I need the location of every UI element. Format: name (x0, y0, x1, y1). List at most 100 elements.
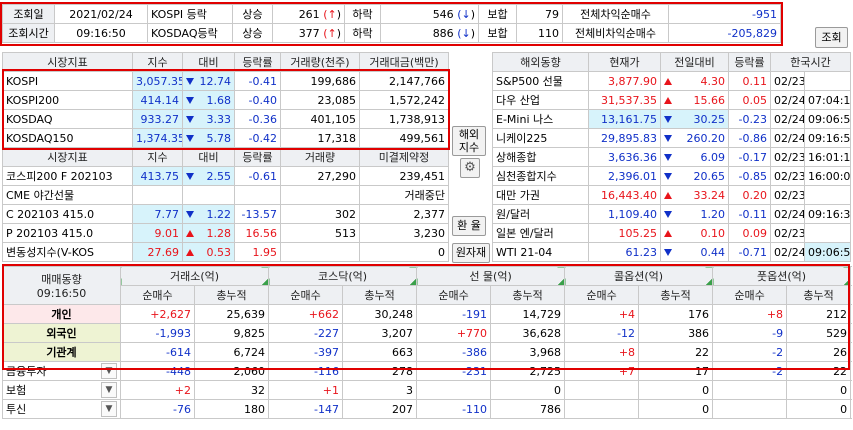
query-button[interactable]: 조회 (815, 27, 848, 48)
table-row[interactable]: KOSDAQ 933.27 3.33 -0.36 401,105 1,738,913 (2, 109, 449, 129)
table-row[interactable]: 코스피200 F 202103 413.75 2.55 -0.61 27,290 239,… (2, 166, 449, 186)
change-cell: 33.24 (660, 185, 729, 205)
table-row[interactable]: 상해종합3,636.36 6.09-0.1702/2316:01:16 (492, 147, 852, 167)
change-cell: 6.09 (660, 147, 729, 167)
investor-type[interactable]: 금융투자 ▼ (2, 361, 121, 381)
table-row[interactable]: 대만 가권 16,443.40 33.24 0.20 02/23 (492, 185, 852, 205)
index-name[interactable]: P 202103 415.0 (2, 223, 133, 243)
kr-time: 09:06:55 (803, 109, 852, 129)
cumulative: 14,729 (490, 304, 566, 324)
cumulative: 3 (342, 380, 418, 400)
table-row[interactable]: KOSPI200 414.14 1.68 -0.40 23,085 1,572,242 (2, 90, 449, 110)
investor-type[interactable]: 외국인 (2, 323, 121, 343)
table-row[interactable]: 외국인 -1,993 9,825 -227 3,207 +770 36,628 -12 386-… (2, 323, 852, 343)
volume: 27,290 (280, 166, 360, 186)
kr-time (803, 185, 852, 205)
volume: 199,686 (280, 71, 360, 91)
change-value: 4.30 (700, 74, 726, 88)
down-triangle-icon (664, 248, 672, 256)
column-header: 지수 (132, 147, 183, 167)
overseas-name[interactable]: 다우 산업 (492, 90, 589, 110)
table-row[interactable]: E-Mini 나스 13,161.75 30.25 -0.23 02/24 09:06:5… (492, 109, 852, 129)
overseas-name[interactable]: 원/달러 (492, 204, 589, 224)
date-value[interactable]: 2021/02/24 (54, 4, 148, 24)
net-buy: -1,993 (120, 323, 195, 343)
overseas-name[interactable]: 대만 가권 (492, 185, 589, 205)
column-header: 등락률 (234, 52, 281, 72)
investor-type[interactable]: 보험 ▼ (2, 380, 121, 400)
table-row[interactable]: S&P500 선물 3,877.90 4.30 0.11 02/23 (492, 71, 852, 91)
change-value: 5.78 (206, 131, 232, 145)
amount: 0 (359, 242, 449, 262)
change-value: 1.68 (206, 93, 232, 107)
up-triangle-icon (664, 77, 672, 85)
up-triangle-icon (664, 229, 672, 237)
table-row[interactable]: 다우 산업31,537.35 15.660.0502/2407:04:14 (492, 90, 852, 110)
change-value: 1.22 (206, 207, 232, 221)
table-row[interactable]: KOSDAQ150 1,374.35 5.78 -0.42 17,318 499,561 (2, 128, 449, 148)
index-name[interactable]: KOSPI200 (2, 90, 133, 110)
table-row[interactable]: P 202103 415.0 9.01 1.28 16.56 513 3,230 (2, 223, 449, 243)
change-cell: 15.66 (660, 90, 729, 110)
investor-type[interactable]: 투신 ▼ (2, 399, 121, 419)
chevron-down-icon[interactable]: ▼ (101, 363, 117, 379)
column-header: 전일대비 (660, 52, 729, 72)
kospi-up-count: 261 (298, 7, 320, 21)
table-row[interactable]: 심천종합지수2,396.01 20.65-0.8502/2316:00:03 (492, 166, 852, 186)
index-value: 414.14 (132, 90, 183, 110)
cumulative: 180 (193, 399, 270, 419)
settings-gear-icon[interactable]: ⚙ (460, 158, 480, 178)
table-row[interactable]: 투신 ▼ -76 180 -147 207 -110 786 0 0 (2, 399, 852, 419)
cumulative: 30,248 (342, 304, 418, 324)
index-name[interactable]: 코스피200 F 202103 (2, 166, 133, 186)
change-value: 0.10 (700, 226, 726, 240)
net-buy: +770 (416, 323, 492, 343)
table-row[interactable]: 일본 엔/달러 105.25 0.10 0.09 02/23 (492, 223, 852, 243)
column-header: 미결제약정 (359, 147, 449, 167)
chevron-down-icon[interactable]: ▼ (101, 382, 117, 398)
index-name[interactable]: 변동성지수(V-KOS (2, 242, 133, 262)
change-rate: 16.56 (234, 223, 281, 243)
cumulative: 0 (638, 380, 714, 400)
table-row[interactable]: 기관계 -614 6,724 -397 663 -386 3,968 +8 22 -2 26 (2, 342, 852, 362)
cumulative: 207 (342, 399, 418, 419)
table-row[interactable]: 개인 +2,627 25,639 +662 30,248 -191 14,729 +4 176 +… (2, 304, 852, 324)
change-value: 1.20 (700, 207, 726, 221)
index-name[interactable]: C 202103 415.0 (2, 204, 133, 224)
table-row[interactable]: 원/달러1,109.40 1.20-0.1102/2409:16:35 (492, 204, 852, 224)
index-name[interactable]: KOSPI (2, 71, 133, 91)
table-row[interactable]: 변동성지수(V-KOS 27.69 0.53 1.95 0 (2, 242, 449, 262)
table-row[interactable]: CME 야간선물 거래중단 (2, 185, 449, 205)
chevron-down-icon[interactable]: ▼ (101, 401, 117, 417)
kr-date: 02/24 (770, 128, 805, 148)
investor-type[interactable]: 개인 (2, 304, 121, 324)
cumulative: 278 (342, 361, 418, 381)
amount: 3,230 (359, 223, 449, 243)
overseas-name[interactable]: 니케이225 (492, 128, 589, 148)
net-buy: -76 (120, 399, 195, 419)
index-value: 933.27 (132, 109, 183, 129)
overseas-name[interactable]: S&P500 선물 (492, 71, 589, 91)
overseas-name[interactable]: WTI 21-04 (492, 242, 589, 262)
table-row[interactable]: 보험 ▼ +2 32 +1 3 0 0 0 (2, 380, 852, 400)
table-row[interactable]: C 202103 415.0 7.77 1.22 -13.57 302 2,377 (2, 204, 449, 224)
exchange-rate-button[interactable]: 환 율 (452, 216, 486, 236)
overseas-name[interactable]: 일본 엔/달러 (492, 223, 589, 243)
table-row[interactable]: 금융투자 ▼ -448 2,060 -116 278 -231 2,725 +7 17 -2 22 (2, 361, 852, 381)
table-row[interactable]: 니케이22529,895.83 260.20-0.8602/2409:16:50 (492, 128, 852, 148)
overseas-index-button[interactable]: 해외지수 (452, 126, 486, 156)
index-name[interactable]: KOSDAQ (2, 109, 133, 129)
change-cell: 2.55 (182, 166, 235, 186)
index-name[interactable]: KOSDAQ150 (2, 128, 133, 148)
time-value[interactable]: 09:16:50 (54, 23, 148, 43)
overseas-name[interactable]: E-Mini 나스 (492, 109, 589, 129)
overseas-name[interactable]: 상해종합 (492, 147, 589, 167)
non-arbitrage-label: 전체비차익순매수 (562, 23, 669, 43)
commodity-button[interactable]: 원자재 (452, 243, 490, 263)
table-row[interactable]: KOSPI 3,057.35 12.74 -0.41 199,686 2,147,766 (2, 71, 449, 91)
overseas-name[interactable]: 심천종합지수 (492, 166, 589, 186)
flat-label: 보합 (478, 23, 517, 43)
index-name[interactable]: CME 야간선물 (2, 185, 133, 205)
table-row[interactable]: WTI 21-0461.23 0.44-0.7102/2409:06:55 (492, 242, 852, 262)
investor-type[interactable]: 기관계 (2, 342, 121, 362)
